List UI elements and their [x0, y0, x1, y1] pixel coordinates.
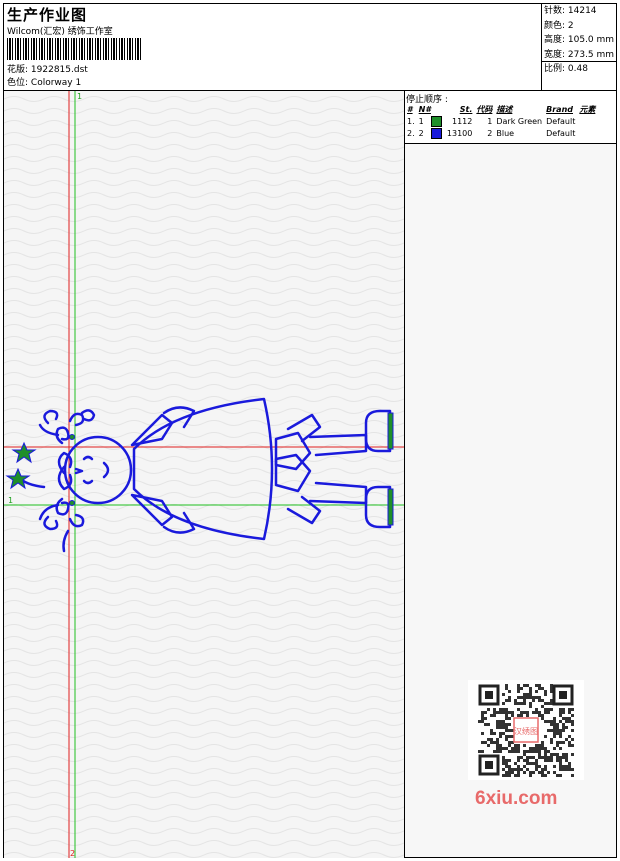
fabric-texture	[4, 91, 404, 858]
row-index: 2.	[407, 128, 415, 138]
table-row: 2. 2 13100 2 Blue Default	[405, 127, 597, 139]
stats-divider	[541, 61, 616, 62]
color-swatch	[431, 127, 443, 139]
color-swatch	[431, 115, 443, 127]
row-description: Dark Green	[496, 116, 543, 126]
qr-badge-text: 汉绣图	[514, 726, 538, 736]
row-stitches: 1112	[452, 116, 473, 126]
stat-stitches: 针数: 14214	[544, 6, 597, 16]
row-stitches: 13100	[446, 128, 473, 138]
col-description: 描述	[496, 104, 513, 114]
design-file-value: 1922815.dst	[30, 65, 88, 75]
company-name: Wilcom(汇宏) 绣饰工作室	[7, 27, 113, 37]
row-number: 2	[417, 127, 445, 139]
colorway-line: 色位: Colorway 1	[7, 75, 81, 88]
colorway-label: 色位:	[7, 78, 29, 88]
col-index: #	[407, 104, 413, 114]
design-preview: 1 2 1	[4, 91, 405, 858]
col-number: N#	[418, 104, 431, 114]
thread-color-table: # N# St. 代码 描述 Brand 元素 1. 1 1112 1 Dark…	[405, 103, 597, 139]
design-file-line: 花版: 1922815.dst	[7, 62, 88, 75]
col-stitches: St.	[459, 104, 473, 114]
col-brand: Brand	[546, 104, 573, 114]
embroidery-preview-svg: 1 2 1	[4, 91, 404, 858]
row-brand: Default	[546, 128, 576, 138]
qr-code-watermark: 汉绣图	[468, 680, 584, 780]
row-description: Blue	[496, 128, 515, 138]
table-row: 1. 1 1112 1 Dark Green Default	[405, 115, 597, 127]
col-element: 元素	[579, 104, 596, 114]
shoe-accent-green	[387, 412, 394, 450]
row-number-text: 1	[418, 116, 424, 126]
barcode	[7, 38, 143, 60]
guide-label-bottom: 2	[70, 849, 75, 858]
shoe-accent-green	[387, 488, 394, 526]
stat-colors: 颜色: 2	[544, 20, 574, 31]
row-code: 2	[487, 128, 493, 138]
row-brand: Default	[546, 116, 576, 126]
row-element	[577, 115, 597, 127]
stat-scale: 比例: 0.48	[544, 64, 588, 74]
qr-code-svg: 汉绣图	[468, 680, 584, 780]
sheet-header: 生产作业图 Wilcom(汇宏) 绣饰工作室 花版: 1922815.dst 色…	[4, 4, 616, 91]
stat-width: 宽度: 273.5 mm	[544, 49, 615, 60]
col-code: 代码	[476, 104, 493, 114]
site-watermark: 6xiu.com	[475, 788, 558, 809]
row-code: 1	[487, 116, 493, 126]
guide-label-left: 1	[8, 496, 13, 505]
stat-height: 高度: 105.0 mm	[544, 35, 615, 45]
design-stats: 针数: 14214 颜色: 2 高度: 105.0 mm 宽度: 273.5 m…	[541, 4, 616, 90]
row-index: 1.	[407, 116, 415, 126]
stop-sequence-panel: 停止顺序 : # N# St. 代码 描述 Brand 元素 1. 1 1112…	[405, 91, 616, 144]
guide-label-top: 1	[77, 92, 82, 101]
table-header-row: # N# St. 代码 描述 Brand 元素	[405, 103, 597, 115]
colorway-value: Colorway 1	[30, 78, 82, 88]
row-element	[577, 127, 597, 139]
row-number: 1	[417, 115, 445, 127]
row-number-text: 2	[418, 128, 424, 138]
sheet-title: 生产作业图	[7, 6, 88, 24]
design-file-label: 花版:	[7, 65, 29, 75]
